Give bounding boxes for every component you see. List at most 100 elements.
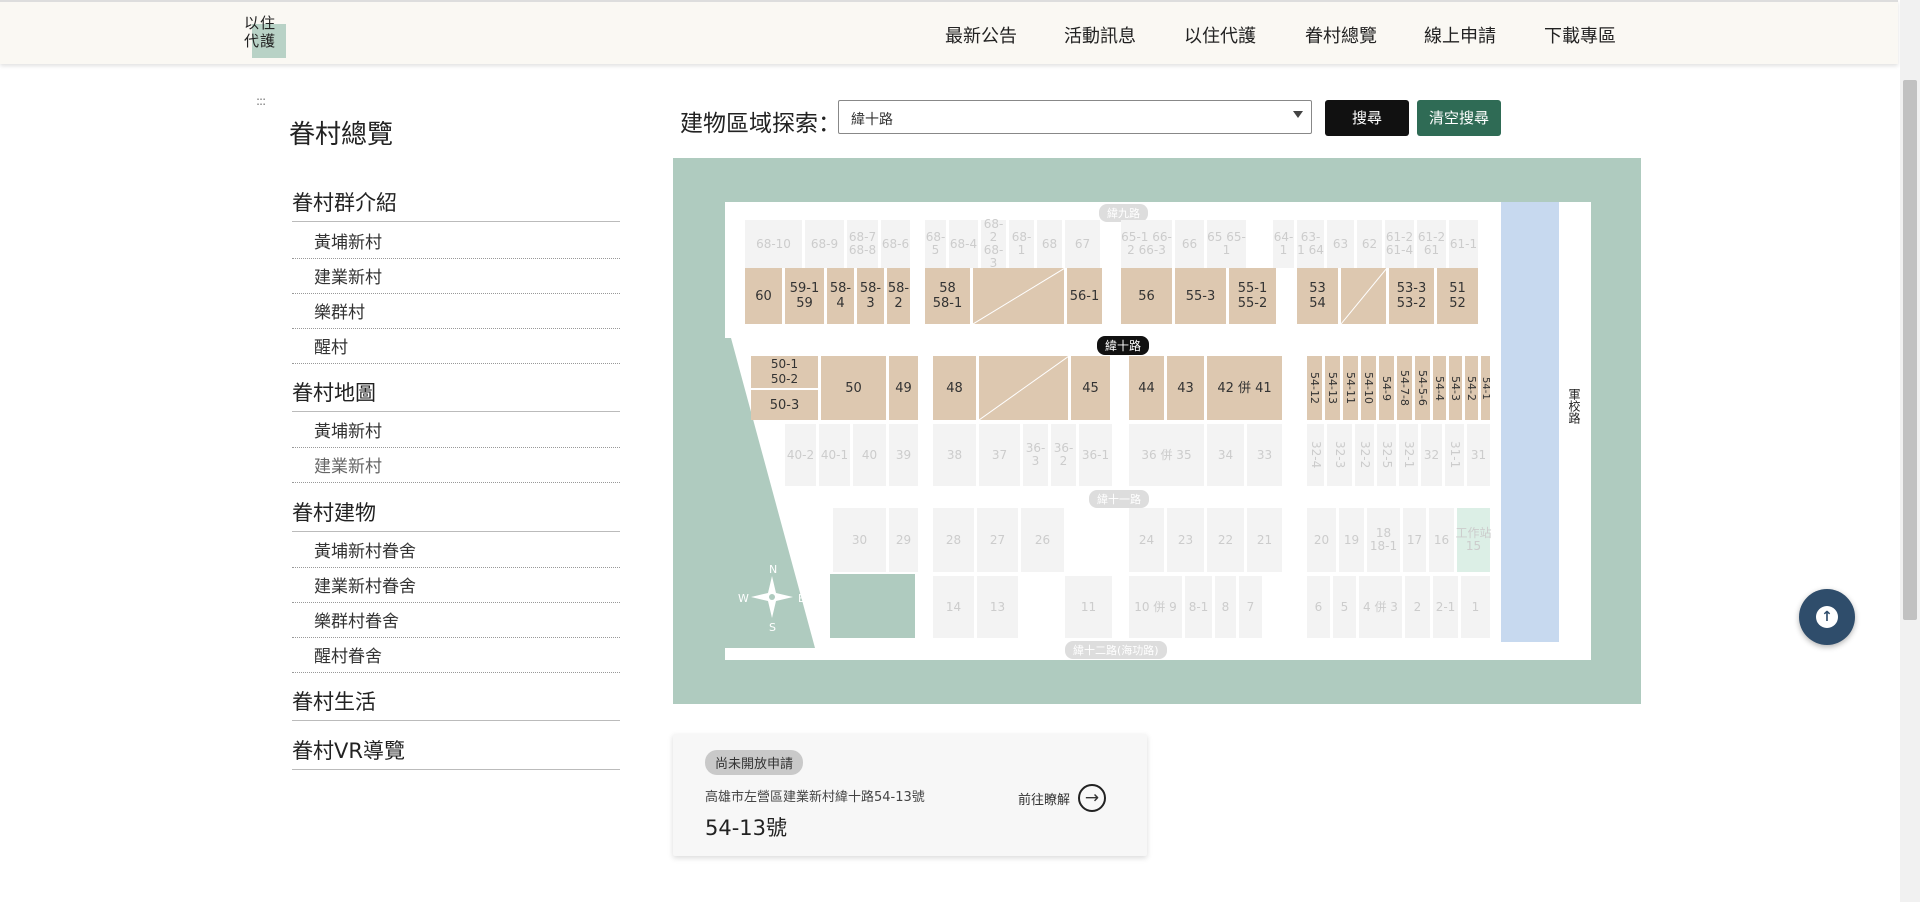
area-select[interactable]: 緯十路 — [838, 100, 1312, 134]
learn-more-link[interactable]: 前往瞭解 → — [1018, 784, 1107, 812]
map-lot[interactable]: 50-3 — [751, 390, 819, 420]
map-lot[interactable]: 36 併 35 — [1129, 424, 1205, 486]
map-lot[interactable]: 62 — [1357, 220, 1383, 268]
nav-events[interactable]: 活動訊息 — [1064, 22, 1136, 48]
map-lot[interactable]: 54-10 — [1361, 356, 1377, 420]
map-lot[interactable]: 53-3 53-2 — [1389, 268, 1435, 324]
map-lot[interactable]: 30 — [833, 508, 887, 572]
map-lot[interactable]: 31 — [1467, 424, 1491, 486]
map-lot[interactable]: 66 — [1175, 220, 1205, 268]
map-lot[interactable]: 21 — [1247, 508, 1283, 572]
map-lot[interactable]: 2-1 — [1433, 576, 1459, 638]
sidebar-section-vr-tour[interactable]: 眷村VR導覽 — [292, 735, 620, 770]
map-lot[interactable]: 60 — [745, 268, 783, 324]
map-lot[interactable]: 27 — [977, 508, 1019, 572]
map-lot[interactable]: 68-5 — [925, 220, 947, 268]
map-lot[interactable]: 65 65-1 — [1207, 220, 1247, 268]
map-lot[interactable]: 10 併 9 — [1129, 576, 1183, 638]
map-lot[interactable]: 23 — [1167, 508, 1205, 572]
sidebar-item-huangpu-houses[interactable]: 黃埔新村眷舍 — [292, 537, 620, 568]
map-lot[interactable]: 61-2 61 — [1417, 220, 1447, 268]
map-lot[interactable]: 36-3 — [1023, 424, 1049, 486]
map-lot[interactable]: 40-1 — [819, 424, 851, 486]
map-lot[interactable]: 13 — [977, 576, 1019, 638]
map-lot[interactable]: 63 — [1327, 220, 1355, 268]
map-lot[interactable]: 5 — [1333, 576, 1357, 638]
map-lot[interactable]: 56 — [1121, 268, 1173, 324]
map-lot[interactable]: 6 — [1307, 576, 1331, 638]
nav-latest-news[interactable]: 最新公告 — [945, 22, 1017, 48]
map-lot[interactable]: 68 — [1037, 220, 1063, 268]
map-lot[interactable]: 31-1 — [1445, 424, 1465, 486]
map-lot[interactable]: 68-9 — [805, 220, 845, 268]
map-lot[interactable]: 54-4 — [1433, 356, 1447, 420]
map-lot[interactable]: 68-2 68-3 — [981, 218, 1007, 270]
sidebar-section-buildings[interactable]: 眷村建物 — [292, 497, 620, 532]
map-lot[interactable]: 68-7 68-8 — [847, 220, 879, 268]
map-lot[interactable]: 43 — [1167, 356, 1205, 420]
map-lot[interactable]: 36-2 — [1051, 424, 1077, 486]
map-lot[interactable]: 29 — [889, 508, 919, 572]
map-lot[interactable]: 16 — [1429, 508, 1455, 572]
map-lot[interactable]: 38 — [933, 424, 977, 486]
map-lot[interactable]: 54-1 — [1480, 356, 1491, 420]
sidebar-section-village-life[interactable]: 眷村生活 — [292, 686, 620, 721]
map-lot[interactable]: 58-2 — [887, 268, 911, 324]
map-lot[interactable]: 68-4 — [949, 220, 979, 268]
map-lot[interactable]: 61-2 61-4 — [1385, 220, 1415, 268]
map-lot[interactable]: 26 — [1021, 508, 1065, 572]
map-lot[interactable]: 68-1 — [1009, 220, 1035, 268]
map-lot[interactable]: 32 — [1421, 424, 1443, 486]
map-lot-workstation[interactable]: 工作站 15 — [1456, 508, 1492, 572]
map-lot[interactable]: 61-1 — [1449, 220, 1479, 268]
map-lot[interactable]: 55-3 — [1175, 268, 1227, 324]
map-lot[interactable]: 54-11 — [1343, 356, 1359, 420]
sidebar-item-lequn-intro[interactable]: 樂群村 — [292, 298, 620, 329]
map-lot[interactable]: 58-3 — [857, 268, 885, 324]
back-to-top-button[interactable]: ↑ — [1799, 589, 1855, 645]
map-lot[interactable]: 36-1 — [1079, 424, 1113, 486]
map-lot[interactable]: 7 — [1239, 576, 1263, 638]
map-lot[interactable]: 48 — [933, 356, 977, 420]
map-lot[interactable]: 19 — [1339, 508, 1365, 572]
map-lot[interactable]: 54-5-6 — [1415, 356, 1431, 420]
sidebar-section-village-intro[interactable]: 眷村群介紹 — [292, 187, 620, 222]
map-lot[interactable]: 68-6 — [881, 220, 911, 268]
map-lot[interactable]: 17 — [1403, 508, 1427, 572]
map-lot[interactable]: 24 — [1129, 508, 1165, 572]
map-lot[interactable]: 32-5 — [1377, 424, 1397, 486]
map-lot[interactable]: 54-13 — [1325, 356, 1341, 420]
nav-online-application[interactable]: 線上申請 — [1424, 22, 1496, 48]
map-lot[interactable]: 59-1 59 — [785, 268, 825, 324]
map-lot[interactable]: 50 — [821, 356, 887, 420]
map-lot[interactable]: 18 18-1 — [1367, 508, 1401, 572]
map-lot[interactable]: 37 — [979, 424, 1021, 486]
map-lot[interactable]: 1 — [1461, 576, 1491, 638]
map-lot[interactable]: 54-3 — [1449, 356, 1463, 420]
map-lot[interactable]: 68-10 — [745, 220, 803, 268]
map-lot[interactable]: 55-1 55-2 — [1229, 268, 1277, 324]
sidebar-handle-icon[interactable]: ::: — [256, 94, 266, 108]
sidebar-item-lequn-houses[interactable]: 樂群村眷舍 — [292, 607, 620, 638]
map-lot[interactable]: 63-1 64 — [1297, 220, 1325, 268]
nav-downloads[interactable]: 下載專區 — [1544, 22, 1616, 48]
map-lot[interactable]: 54-12 — [1307, 356, 1323, 420]
map-lot[interactable]: 2 — [1405, 576, 1431, 638]
site-logo[interactable]: 以住 代護 — [244, 14, 290, 58]
map-lot[interactable]: 32-2 — [1355, 424, 1375, 486]
map-lot[interactable]: 22 — [1207, 508, 1245, 572]
clear-search-button[interactable]: 清空搜尋 — [1417, 100, 1501, 136]
page-scrollbar[interactable] — [1900, 0, 1920, 902]
map-lot[interactable]: 39 — [889, 424, 919, 486]
map-lot[interactable]: 42 併 41 — [1207, 356, 1283, 420]
sidebar-item-huangpu-map[interactable]: 黃埔新村 — [292, 417, 620, 448]
sidebar-item-jianye-houses[interactable]: 建業新村眷舍 — [292, 572, 620, 603]
map-lot[interactable]: 34 — [1207, 424, 1245, 486]
map-lot[interactable]: 56-1 — [1067, 268, 1103, 324]
map-lot[interactable]: 40 — [853, 424, 887, 486]
search-button[interactable]: 搜尋 — [1325, 100, 1409, 136]
map-lot[interactable]: 11 — [1065, 576, 1113, 638]
map-lot[interactable]: 54-7-8 — [1397, 356, 1413, 420]
nav-live-to-protect[interactable]: 以住代護 — [1184, 22, 1256, 48]
map-lot[interactable]: 58-4 — [827, 268, 855, 324]
